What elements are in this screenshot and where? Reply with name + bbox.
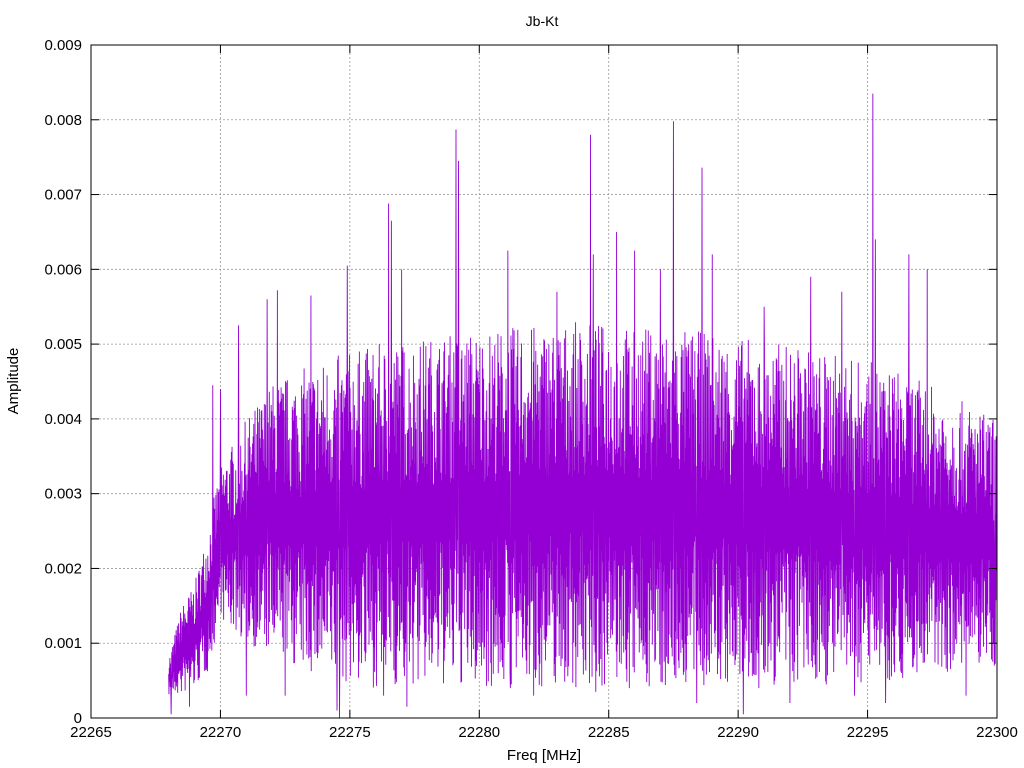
chart-title: Jb-Kt: [526, 13, 559, 29]
x-tick-label: 22300: [976, 724, 1018, 741]
spectrum-chart: 22265 22270 22275 22280 22285 22290 22295 22300…: [0, 0, 1024, 768]
y-tick-label: 0.005: [44, 336, 82, 353]
x-tick-label: 22280: [458, 724, 500, 741]
y-tick-label: 0.001: [44, 635, 82, 652]
y-tick-label: 0.002: [44, 560, 82, 577]
y-tick-label: 0.009: [44, 37, 82, 54]
y-tick-label: 0.008: [44, 112, 82, 129]
y-tick-label: 0.006: [44, 261, 82, 278]
x-tick-label: 22275: [329, 724, 371, 741]
x-tick-label: 22270: [200, 724, 242, 741]
y-tick-label: 0.003: [44, 486, 82, 503]
x-tick-label: 22295: [847, 724, 889, 741]
x-tick-label: 22285: [588, 724, 630, 741]
y-tick-label: 0: [74, 710, 82, 727]
y-tick-label: 0.007: [44, 187, 82, 204]
x-axis-label: Freq [MHz]: [507, 747, 581, 764]
y-axis-label: Amplitude: [5, 348, 22, 415]
x-tick-label: 22290: [717, 724, 759, 741]
y-tick-label: 0.004: [44, 411, 82, 428]
